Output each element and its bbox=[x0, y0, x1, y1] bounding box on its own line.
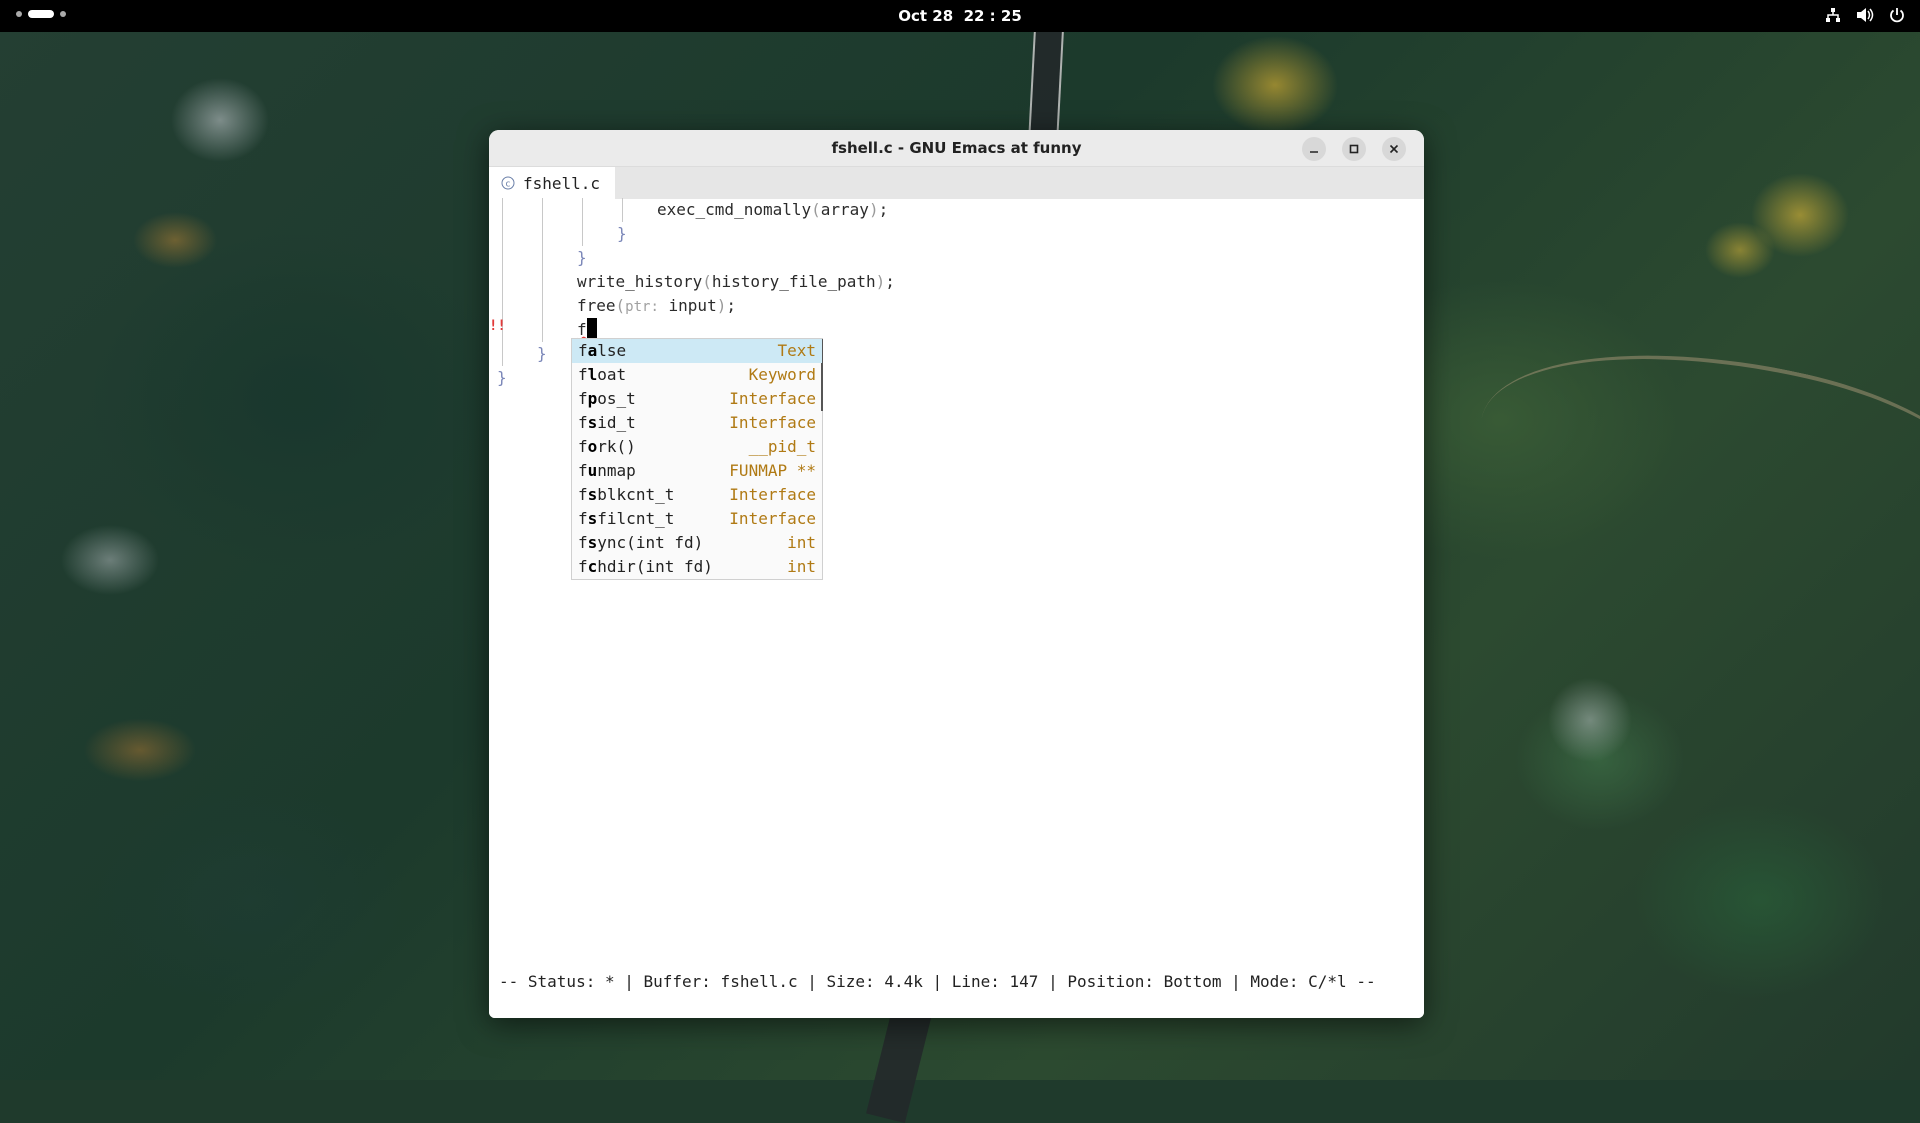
completion-item-name: fork() bbox=[578, 437, 636, 456]
completion-item[interactable]: false Text bbox=[572, 339, 822, 363]
svg-text:c: c bbox=[506, 180, 511, 190]
code-token: exec_cmd_nomally bbox=[657, 200, 812, 219]
completion-item[interactable]: fpos_t Interface bbox=[572, 387, 822, 411]
completion-item[interactable]: fsblkcnt_t Interface bbox=[572, 483, 822, 507]
code-line: } bbox=[497, 368, 507, 387]
close-icon bbox=[1389, 144, 1399, 154]
completion-item[interactable]: float Keyword bbox=[572, 363, 822, 387]
code-token: input bbox=[668, 296, 717, 315]
tab-bar: c fshell.c bbox=[489, 167, 1424, 199]
completion-popup[interactable]: false Text float Keyword fpos_t Interface fsid… bbox=[571, 338, 823, 580]
code-line: free(ptr: input); bbox=[577, 296, 736, 315]
window-titlebar[interactable]: fshell.c - GNU Emacs at funny bbox=[489, 130, 1424, 167]
code-line: } bbox=[617, 224, 627, 243]
c-file-icon: c bbox=[501, 176, 515, 190]
tab-fshell-c[interactable]: c fshell.c bbox=[489, 167, 615, 199]
activities-button[interactable] bbox=[16, 10, 66, 18]
completion-item[interactable]: fsync(int fd) int bbox=[572, 531, 822, 555]
top-bar: Oct 28 22 : 25 bbox=[0, 0, 1920, 32]
completion-item-kind: Interface bbox=[729, 485, 816, 504]
completion-item-kind: Text bbox=[777, 341, 816, 360]
code-token: array bbox=[820, 200, 869, 219]
completion-item-name: fsync(int fd) bbox=[578, 533, 704, 552]
completion-item-name: funmap bbox=[578, 461, 636, 480]
indent-guide bbox=[502, 198, 503, 366]
maximize-button[interactable] bbox=[1342, 137, 1366, 161]
window-title: fshell.c - GNU Emacs at funny bbox=[831, 139, 1082, 157]
completion-item-name: fsblkcnt_t bbox=[578, 485, 675, 504]
code-line: } bbox=[537, 344, 547, 363]
power-icon[interactable] bbox=[1888, 6, 1906, 24]
completion-item[interactable]: funmap FUNMAP ** bbox=[572, 459, 822, 483]
minimize-icon bbox=[1310, 151, 1318, 153]
indent-guide bbox=[582, 198, 583, 246]
code-line: exec_cmd_nomally(array); bbox=[657, 200, 889, 219]
workspace-active-indicator bbox=[28, 10, 54, 18]
code-token: free bbox=[577, 296, 616, 315]
error-fringe-icon: !! bbox=[489, 318, 506, 334]
system-tray[interactable] bbox=[1824, 6, 1906, 24]
emacs-window[interactable]: fshell.c - GNU Emacs at funny c fshell.c bbox=[489, 130, 1424, 1018]
indent-guide bbox=[622, 198, 623, 222]
clock[interactable]: Oct 28 22 : 25 bbox=[898, 7, 1022, 25]
workspace-dot bbox=[16, 11, 22, 17]
editor-buffer[interactable]: exec_cmd_nomally(array); } } write_histo… bbox=[489, 198, 1424, 958]
completion-item-name: fchdir(int fd) bbox=[578, 557, 713, 576]
network-icon[interactable] bbox=[1824, 6, 1842, 24]
mode-line: -- Status: * | Buffer: fshell.c | Size: … bbox=[489, 958, 1424, 1018]
completion-item[interactable]: fork() __pid_t bbox=[572, 435, 822, 459]
completion-item[interactable]: fsid_t Interface bbox=[572, 411, 822, 435]
typed-text: f bbox=[577, 320, 587, 339]
minimize-button[interactable] bbox=[1302, 137, 1326, 161]
completion-item-kind: Interface bbox=[729, 389, 816, 408]
code-token: write_history bbox=[577, 272, 703, 291]
completion-item-name: false bbox=[578, 341, 627, 360]
code-line: } bbox=[577, 248, 587, 267]
maximize-icon bbox=[1349, 144, 1359, 154]
indent-guide bbox=[542, 198, 543, 342]
inlay-hint: ptr: bbox=[625, 299, 659, 315]
text-cursor bbox=[586, 318, 597, 340]
completion-item-kind: Interface bbox=[729, 413, 816, 432]
tab-label: fshell.c bbox=[523, 173, 601, 193]
mode-line-text: -- Status: * | Buffer: fshell.c | Size: … bbox=[499, 972, 1376, 991]
completion-item-name: fpos_t bbox=[578, 389, 636, 408]
code-line: write_history(history_file_path); bbox=[577, 272, 895, 291]
completion-item-name: fsfilcnt_t bbox=[578, 509, 675, 528]
code-token: history_file_path bbox=[711, 272, 876, 291]
volume-icon[interactable] bbox=[1856, 6, 1874, 24]
completion-item-kind: Interface bbox=[729, 509, 816, 528]
wallpaper-trail bbox=[1466, 310, 1920, 594]
completion-item-name: fsid_t bbox=[578, 413, 636, 432]
completion-item[interactable]: fsfilcnt_t Interface bbox=[572, 507, 822, 531]
completion-item-kind: FUNMAP ** bbox=[729, 461, 816, 480]
workspace-dot bbox=[60, 11, 66, 17]
completion-item-kind: int bbox=[787, 557, 816, 576]
completion-item-name: float bbox=[578, 365, 627, 384]
completion-item-kind: Keyword bbox=[748, 365, 816, 384]
completion-item-kind: __pid_t bbox=[748, 437, 816, 456]
completion-item[interactable]: fchdir(int fd) int bbox=[572, 555, 822, 579]
close-button[interactable] bbox=[1382, 137, 1406, 161]
completion-item-kind: int bbox=[787, 533, 816, 552]
